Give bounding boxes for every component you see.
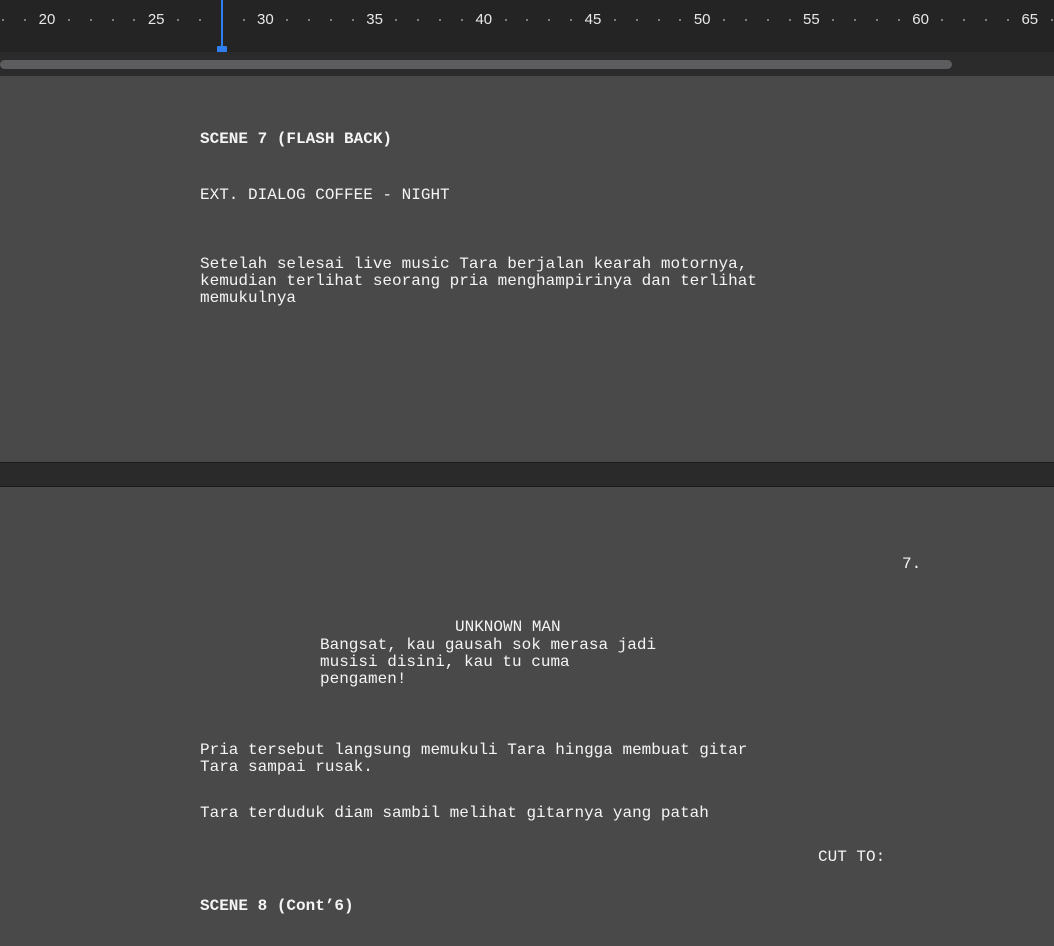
- ruler-label: 45: [584, 11, 602, 28]
- ruler-label: 65: [1021, 11, 1039, 28]
- ruler-tick: [548, 19, 551, 21]
- ruler-tick: [657, 19, 660, 21]
- ruler-tick: [963, 19, 966, 21]
- ruler-tick: [460, 19, 463, 21]
- ruler-tick: [941, 19, 944, 21]
- ruler-tick: [395, 19, 398, 21]
- transition[interactable]: CUT TO:: [818, 849, 885, 865]
- ruler-label: 60: [912, 11, 929, 28]
- dialogue-line[interactable]: musisi disini, kau tu cuma: [320, 654, 570, 670]
- ruler-tick: [897, 19, 900, 21]
- ruler-tick: [766, 19, 769, 21]
- ruler-tick: [198, 19, 201, 21]
- ruler-indent-marker[interactable]: [221, 0, 223, 50]
- ruler-tick: [570, 19, 573, 21]
- ruler-tick: [308, 19, 311, 21]
- ruler-tick: [2, 19, 5, 21]
- ruler-tick: [504, 19, 507, 21]
- ruler-tick: [177, 19, 180, 21]
- action-line[interactable]: Tara sampai rusak.: [200, 759, 373, 775]
- ruler-tick: [679, 19, 682, 21]
- ruler-tick: [329, 19, 332, 21]
- page-number: 7.: [902, 555, 922, 573]
- ruler-tick: [744, 19, 747, 21]
- ruler-tick: [613, 19, 616, 21]
- action-line[interactable]: Tara terduduk diam sambil melihat gitarn…: [200, 805, 709, 821]
- script-page: 7. UNKNOWN MAN Bangsat, kau gausah sok m…: [8, 487, 1054, 946]
- scene-heading[interactable]: SCENE 7 (FLASH BACK): [200, 131, 392, 147]
- ruler-label: 50: [693, 11, 711, 28]
- ruler-tick: [875, 19, 878, 21]
- horizontal-scrollbar[interactable]: [0, 52, 1054, 76]
- ruler-tick: [788, 19, 791, 21]
- ruler-tick: [242, 19, 245, 21]
- ruler-tick: [723, 19, 726, 21]
- script-page: SCENE 7 (FLASH BACK) EXT. DIALOG COFFEE …: [8, 76, 1054, 462]
- ruler-tick: [985, 19, 988, 21]
- ruler-tick: [286, 19, 289, 21]
- ruler-label: 30: [257, 11, 274, 28]
- scrollbar-thumb[interactable]: [0, 60, 952, 69]
- ruler-tick: [635, 19, 638, 21]
- action-line[interactable]: memukulnya: [200, 290, 296, 306]
- ruler-tick: [1050, 19, 1053, 21]
- action-line[interactable]: Setelah selesai live music Tara berjalan…: [200, 256, 747, 272]
- ruler-tick: [439, 19, 442, 21]
- ruler-label: 40: [475, 11, 493, 28]
- ruler-tick: [111, 19, 114, 21]
- dialogue-line[interactable]: pengamen!: [320, 671, 406, 687]
- ruler-tick: [1006, 19, 1009, 21]
- ruler-tick: [351, 19, 354, 21]
- ruler: 20 25 30 35 40 45 50 55 60 65: [0, 0, 1054, 54]
- character-name[interactable]: UNKNOWN MAN: [455, 619, 561, 635]
- ruler-label: 20: [38, 11, 56, 28]
- ruler-label: 25: [147, 11, 165, 28]
- ruler-tick: [832, 19, 835, 21]
- action-line[interactable]: Pria tersebut langsung memukuli Tara hin…: [200, 742, 747, 758]
- action-line[interactable]: kemudian terlihat seorang pria menghampi…: [200, 273, 757, 289]
- scene-heading[interactable]: SCENE 8 (Cont’6): [200, 898, 354, 914]
- ruler-tick: [24, 19, 27, 21]
- ruler-tick: [526, 19, 529, 21]
- slugline[interactable]: EXT. DIALOG COFFEE - NIGHT: [200, 187, 450, 203]
- ruler-tick: [133, 19, 136, 21]
- ruler-tick: [417, 19, 420, 21]
- ruler-tick: [67, 19, 70, 21]
- ruler-tick: [854, 19, 857, 21]
- ruler-tick: [89, 19, 92, 21]
- ruler-label: 35: [366, 11, 383, 28]
- dialogue-line[interactable]: Bangsat, kau gausah sok merasa jadi: [320, 637, 656, 653]
- page-break: [0, 462, 1054, 487]
- ruler-label: 55: [803, 11, 820, 28]
